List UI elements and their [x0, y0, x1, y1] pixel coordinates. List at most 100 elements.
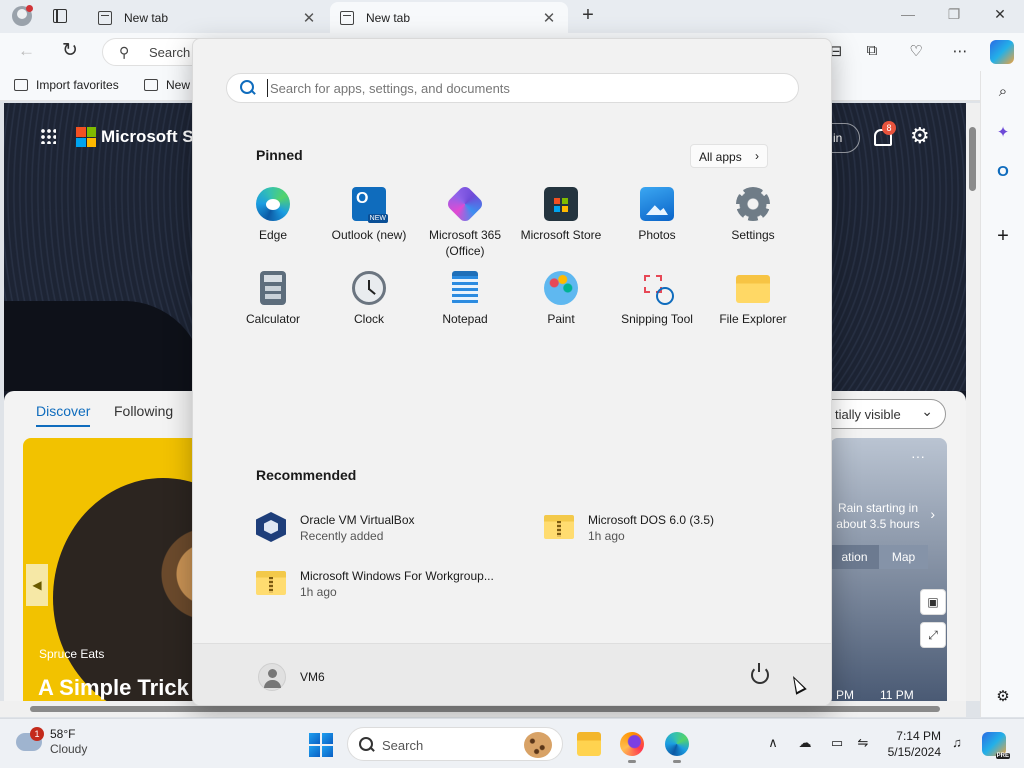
clock-date[interactable]: 5/15/2024 — [873, 744, 941, 760]
content-visibility-dropdown[interactable]: tially visible ⌄ — [816, 399, 946, 429]
pinned-app-photos[interactable]: Photos — [609, 187, 705, 243]
display-icon[interactable]: ▭ — [828, 735, 846, 753]
tab-discover[interactable]: Discover — [36, 403, 91, 427]
network-icon[interactable]: ⇋ — [854, 735, 872, 753]
clock-time[interactable]: 7:14 PM — [886, 728, 941, 744]
user-avatar-icon[interactable] — [258, 663, 286, 691]
import-icon — [14, 79, 28, 91]
taskbar-edge-icon[interactable] — [665, 732, 689, 763]
restore-button[interactable]: ❐ — [944, 6, 964, 23]
tab-precipitation[interactable]: ation — [830, 545, 879, 569]
pinned-app-snipping-tool[interactable]: Snipping Tool — [609, 271, 705, 327]
app-label: Photos — [638, 228, 676, 242]
back-button[interactable]: ← — [18, 41, 35, 61]
more-options-icon[interactable]: ··· — [911, 448, 925, 464]
background-image-button[interactable]: ▣ — [920, 589, 946, 615]
app-label: Clock — [353, 312, 384, 326]
feed-article-card[interactable]: ◀ Spruce Eats A Simple Trick — [23, 438, 203, 701]
app-label: Notepad — [442, 312, 488, 326]
pinned-title: Pinned — [256, 147, 303, 163]
settings-icon — [736, 187, 770, 221]
pinned-app-microsoft-store[interactable]: Microsoft Store — [513, 187, 609, 243]
taskbar-firefox-icon[interactable] — [620, 732, 644, 763]
recommended-subtitle: Recently added — [300, 529, 384, 543]
recommended-subtitle: 1h ago — [588, 529, 625, 543]
favorite-new[interactable]: New — [144, 78, 190, 92]
sidebar-add-icon[interactable]: + — [993, 225, 1013, 247]
tab-new-tab-2[interactable]: New tab ✕ — [330, 2, 568, 33]
start-search-box[interactable] — [226, 73, 799, 103]
taskbar-copilot-icon[interactable] — [982, 732, 1010, 759]
start-button[interactable] — [309, 733, 333, 757]
taskbar: 1 58°F Cloudy Search ∧ ☁ ▭ ⇋ 7:14 PM 5/1… — [0, 718, 1024, 768]
pinned-app-outlook[interactable]: Outlook (new) — [321, 187, 417, 243]
new-tab-button[interactable]: + — [578, 4, 598, 27]
pinned-app-clock[interactable]: Clock — [321, 271, 417, 327]
vertical-scrollbar[interactable] — [966, 103, 980, 701]
sidebar-outlook-icon[interactable]: O — [993, 163, 1013, 183]
weather-alert-badge: 1 — [30, 727, 44, 741]
tab-close-button[interactable]: ✕ — [300, 9, 318, 27]
start-search-input[interactable] — [267, 79, 787, 97]
article-headline: A Simple Trick — [38, 675, 189, 700]
search-icon: ⚲ — [119, 44, 130, 60]
page-settings-gear-icon[interactable]: ⚙ — [910, 123, 930, 149]
tab-following[interactable]: Following — [114, 403, 173, 419]
running-indicator — [628, 760, 636, 763]
address-bar-text: Search — [149, 45, 191, 60]
recommended-item[interactable]: Oracle VM VirtualBox Recently added — [256, 512, 415, 544]
recommended-title: Recommended — [256, 467, 357, 483]
apps-grid-icon[interactable] — [40, 128, 56, 144]
import-favorites-link[interactable]: Import favorites — [14, 78, 119, 92]
carousel-prev-button[interactable]: ◀ — [26, 564, 48, 606]
page-icon — [98, 10, 112, 25]
pinned-app-file-explorer[interactable]: File Explorer — [705, 271, 801, 327]
tab-map[interactable]: Map — [879, 545, 928, 569]
tab-actions-icon[interactable] — [53, 9, 67, 23]
pinned-app-settings[interactable]: Settings — [705, 187, 801, 243]
copilot-icon[interactable] — [990, 40, 1014, 64]
recommended-item[interactable]: Microsoft DOS 6.0 (3.5) 1h ago — [544, 512, 714, 544]
scroll-thumb[interactable] — [30, 706, 940, 712]
expand-button[interactable]: ⤢ — [920, 622, 946, 648]
app-label: Paint — [547, 312, 575, 326]
pinned-app-microsoft-365[interactable]: Microsoft 365 (Office) — [417, 184, 513, 259]
user-name[interactable]: VM6 — [300, 670, 325, 684]
chevron-right-icon: › — [755, 149, 759, 163]
pinned-app-calculator[interactable]: Calculator — [225, 271, 321, 327]
recommended-item[interactable]: Microsoft Windows For Workgroup... 1h ag… — [256, 568, 494, 600]
onedrive-offline-icon[interactable]: ☁ — [796, 735, 814, 753]
weather-widget[interactable]: 1 58°F Cloudy — [16, 727, 87, 757]
weather-time-label: PM — [836, 688, 854, 701]
show-hidden-icons-chevron-icon[interactable]: ∧ — [764, 735, 782, 753]
sidebar-settings-icon[interactable]: ⚙ — [993, 687, 1013, 707]
sidebar-search-icon[interactable]: ⌕ — [993, 83, 1013, 103]
power-icon[interactable] — [751, 663, 769, 684]
profile-status-dot — [26, 5, 33, 12]
chevron-right-icon[interactable]: › — [930, 506, 935, 522]
store-icon — [544, 187, 578, 221]
snipping-tool-icon — [640, 271, 674, 305]
sidebar-copilot-icon[interactable]: ✦ — [993, 123, 1013, 143]
reload-button[interactable]: ↻ — [62, 39, 78, 62]
tab-new-tab-1[interactable]: New tab ✕ — [88, 2, 328, 33]
all-apps-button[interactable]: All apps › — [690, 144, 768, 168]
tab-close-button[interactable]: ✕ — [540, 9, 558, 27]
browser-tab-strip: New tab ✕ New tab ✕ + — ❐ ✕ — [0, 0, 1024, 33]
collections-icon[interactable]: ⧉ — [862, 42, 882, 62]
article-image — [53, 478, 203, 701]
notification-bell-icon[interactable]: ♫ — [948, 735, 966, 753]
browser-essentials-icon[interactable]: ♡ — [906, 42, 926, 62]
recommended-title-text: Microsoft Windows For Workgroup... — [300, 569, 494, 583]
pinned-app-edge[interactable]: Edge — [225, 187, 321, 243]
pinned-app-notepad[interactable]: Notepad — [417, 271, 513, 327]
pinned-app-paint[interactable]: Paint — [513, 271, 609, 327]
tab-title: New tab — [124, 10, 169, 25]
taskbar-file-explorer-icon[interactable] — [577, 732, 601, 756]
close-window-button[interactable]: ✕ — [990, 6, 1010, 23]
more-menu-icon[interactable]: ⋯ — [950, 42, 970, 62]
scroll-thumb[interactable] — [969, 127, 976, 191]
minimize-button[interactable]: — — [898, 6, 918, 22]
taskbar-search-box[interactable]: Search — [347, 727, 563, 761]
weather-card[interactable]: ··· Rain starting in about 3.5 hours › a… — [830, 438, 947, 701]
